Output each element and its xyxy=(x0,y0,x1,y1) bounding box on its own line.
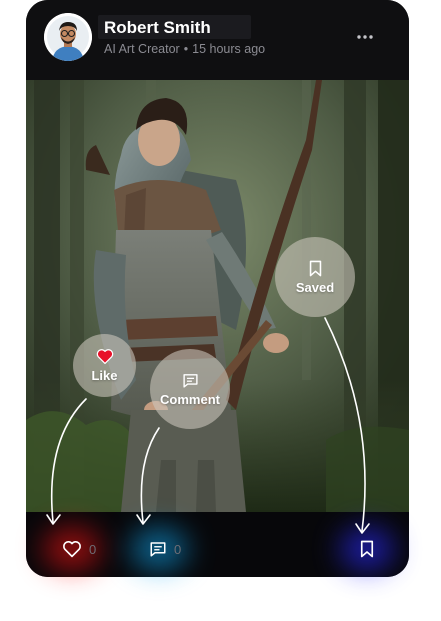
author-name[interactable]: Robert Smith xyxy=(104,18,211,38)
bookmark-callout-icon xyxy=(309,260,321,276)
avatar[interactable] xyxy=(44,13,92,61)
bookmark-icon xyxy=(360,540,374,558)
comment-action[interactable]: 0 xyxy=(149,538,181,560)
heart-icon xyxy=(63,541,81,558)
comment-icon xyxy=(150,542,166,557)
like-action[interactable]: 0 xyxy=(62,538,96,560)
archer-artwork xyxy=(26,80,409,512)
avatar-portrait xyxy=(44,13,92,61)
post-header: Robert Smith AI Art Creator • 15 hours ago xyxy=(26,0,409,80)
comment-callout: Comment xyxy=(150,349,230,429)
post-timestamp: 15 hours ago xyxy=(192,42,266,56)
heart-filled-icon xyxy=(96,349,113,365)
comment-callout-icon xyxy=(182,373,198,388)
author-role: AI Art Creator xyxy=(104,42,180,56)
meta-separator: • xyxy=(183,42,189,56)
saved-callout: Saved xyxy=(275,237,355,317)
author-meta: AI Art Creator • 15 hours ago xyxy=(104,42,265,56)
comment-count: 0 xyxy=(174,541,182,557)
more-horizontal-icon xyxy=(357,35,373,39)
saved-callout-label: Saved xyxy=(295,279,335,295)
like-count: 0 xyxy=(89,541,97,557)
comment-callout-label: Comment xyxy=(160,391,220,407)
more-options-button[interactable] xyxy=(352,26,378,48)
post-image[interactable] xyxy=(26,80,409,512)
like-callout: Like xyxy=(73,334,136,397)
like-callout-label: Like xyxy=(91,368,118,383)
save-action[interactable] xyxy=(359,538,375,560)
